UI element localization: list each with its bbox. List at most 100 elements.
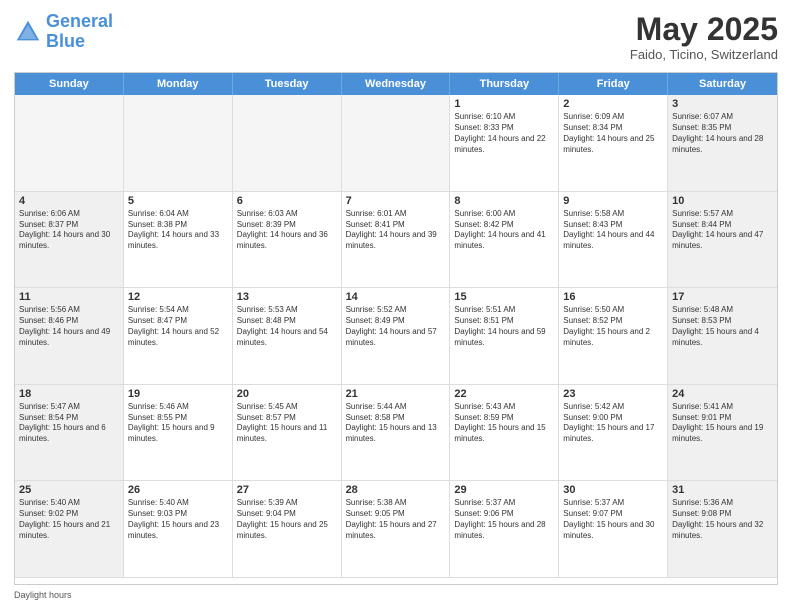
cell-info: Sunrise: 6:04 AM Sunset: 8:38 PM Dayligh…: [128, 209, 228, 252]
cell-info: Sunrise: 5:45 AM Sunset: 8:57 PM Dayligh…: [237, 402, 337, 445]
day-number: 29: [454, 484, 554, 496]
calendar-cell: 15 Sunrise: 5:51 AM Sunset: 8:51 PM Dayli…: [450, 288, 559, 385]
calendar-cell: 21 Sunrise: 5:44 AM Sunset: 8:58 PM Dayli…: [342, 385, 451, 482]
cell-info: Sunrise: 5:52 AM Sunset: 8:49 PM Dayligh…: [346, 305, 446, 348]
cell-info: Sunrise: 6:00 AM Sunset: 8:42 PM Dayligh…: [454, 209, 554, 252]
day-number: 4: [19, 195, 119, 207]
cell-info: Sunrise: 6:06 AM Sunset: 8:37 PM Dayligh…: [19, 209, 119, 252]
footer-note: Daylight hours: [14, 590, 778, 600]
cell-info: Sunrise: 6:07 AM Sunset: 8:35 PM Dayligh…: [672, 112, 773, 155]
calendar-cell: 9 Sunrise: 5:58 AM Sunset: 8:43 PM Daylig…: [559, 192, 668, 289]
cell-info: Sunrise: 5:46 AM Sunset: 8:55 PM Dayligh…: [128, 402, 228, 445]
weekday-header: Sunday: [15, 73, 124, 95]
calendar-cell: 7Sunrise: 6:01 AM Sunset: 8:41 PM Daylig…: [342, 192, 451, 289]
location: Faido, Ticino, Switzerland: [630, 47, 778, 62]
weekday-header: Tuesday: [233, 73, 342, 95]
cell-info: Sunrise: 5:48 AM Sunset: 8:53 PM Dayligh…: [672, 305, 773, 348]
calendar-cell: 30Sunrise: 5:37 AM Sunset: 9:07 PM Dayli…: [559, 481, 668, 578]
calendar-cell: 22Sunrise: 5:43 AM Sunset: 8:59 PM Dayli…: [450, 385, 559, 482]
cell-info: Sunrise: 5:47 AM Sunset: 8:54 PM Dayligh…: [19, 402, 119, 445]
day-number: 5: [128, 195, 228, 207]
logo-general: General: [46, 11, 113, 31]
calendar-header: SundayMondayTuesdayWednesdayThursdayFrid…: [15, 73, 777, 95]
cell-info: Sunrise: 5:56 AM Sunset: 8:46 PM Dayligh…: [19, 305, 119, 348]
calendar-cell: 3Sunrise: 6:07 AM Sunset: 8:35 PM Daylig…: [668, 95, 777, 192]
cell-info: Sunrise: 5:36 AM Sunset: 9:08 PM Dayligh…: [672, 498, 773, 541]
day-number: 23: [563, 388, 663, 400]
cell-info: Sunrise: 5:40 AM Sunset: 9:02 PM Dayligh…: [19, 498, 119, 541]
calendar-cell: 17 Sunrise: 5:48 AM Sunset: 8:53 PM Dayli…: [668, 288, 777, 385]
calendar-body: 1Sunrise: 6:10 AM Sunset: 8:33 PM Daylig…: [15, 95, 777, 578]
day-number: 2: [563, 98, 663, 110]
calendar-cell: 28 Sunrise: 5:38 AM Sunset: 9:05 PM Dayli…: [342, 481, 451, 578]
day-number: 20: [237, 388, 337, 400]
day-number: 26: [128, 484, 228, 496]
calendar-cell: 12Sunrise: 5:54 AM Sunset: 8:47 PM Dayli…: [124, 288, 233, 385]
calendar-cell: 29 Sunrise: 5:37 AM Sunset: 9:06 PM Dayli…: [450, 481, 559, 578]
calendar-cell: 14 Sunrise: 5:52 AM Sunset: 8:49 PM Dayli…: [342, 288, 451, 385]
day-number: 1: [454, 98, 554, 110]
day-number: 9: [563, 195, 663, 207]
weekday-header: Friday: [559, 73, 668, 95]
day-number: 11: [19, 291, 119, 303]
header: General Blue May 2025 Faido, Ticino, Swi…: [14, 12, 778, 62]
calendar-cell: 16Sunrise: 5:50 AM Sunset: 8:52 PM Dayli…: [559, 288, 668, 385]
cell-info: Sunrise: 5:38 AM Sunset: 9:05 PM Dayligh…: [346, 498, 446, 541]
day-number: 31: [672, 484, 773, 496]
day-number: 8: [454, 195, 554, 207]
day-number: 10: [672, 195, 773, 207]
calendar-cell: 23 Sunrise: 5:42 AM Sunset: 9:00 PM Dayli…: [559, 385, 668, 482]
weekday-header: Thursday: [450, 73, 559, 95]
day-number: 24: [672, 388, 773, 400]
cell-info: Sunrise: 6:01 AM Sunset: 8:41 PM Dayligh…: [346, 209, 446, 252]
weekday-header: Wednesday: [342, 73, 451, 95]
calendar-cell: 24 Sunrise: 5:41 AM Sunset: 9:01 PM Dayli…: [668, 385, 777, 482]
cell-info: Sunrise: 5:40 AM Sunset: 9:03 PM Dayligh…: [128, 498, 228, 541]
day-number: 15: [454, 291, 554, 303]
weekday-header: Saturday: [668, 73, 777, 95]
weekday-header: Monday: [124, 73, 233, 95]
day-number: 21: [346, 388, 446, 400]
calendar-cell: [342, 95, 451, 192]
calendar-cell: 11 Sunrise: 5:56 AM Sunset: 8:46 PM Dayli…: [15, 288, 124, 385]
cell-info: Sunrise: 5:37 AM Sunset: 9:06 PM Dayligh…: [454, 498, 554, 541]
cell-info: Sunrise: 5:39 AM Sunset: 9:04 PM Dayligh…: [237, 498, 337, 541]
calendar-cell: [15, 95, 124, 192]
calendar: SundayMondayTuesdayWednesdayThursdayFrid…: [14, 72, 778, 585]
cell-info: Sunrise: 6:09 AM Sunset: 8:34 PM Dayligh…: [563, 112, 663, 155]
calendar-cell: 20 Sunrise: 5:45 AM Sunset: 8:57 PM Dayli…: [233, 385, 342, 482]
calendar-cell: 4 Sunrise: 6:06 AM Sunset: 8:37 PM Daylig…: [15, 192, 124, 289]
cell-info: Sunrise: 5:53 AM Sunset: 8:48 PM Dayligh…: [237, 305, 337, 348]
logo-icon: [14, 18, 42, 46]
cell-info: Sunrise: 5:42 AM Sunset: 9:00 PM Dayligh…: [563, 402, 663, 445]
calendar-cell: 26 Sunrise: 5:40 AM Sunset: 9:03 PM Dayli…: [124, 481, 233, 578]
page: General Blue May 2025 Faido, Ticino, Swi…: [0, 0, 792, 612]
calendar-cell: 31 Sunrise: 5:36 AM Sunset: 9:08 PM Dayli…: [668, 481, 777, 578]
logo: General Blue: [14, 12, 113, 52]
cell-info: Sunrise: 5:51 AM Sunset: 8:51 PM Dayligh…: [454, 305, 554, 348]
calendar-cell: 19Sunrise: 5:46 AM Sunset: 8:55 PM Dayli…: [124, 385, 233, 482]
cell-info: Sunrise: 5:44 AM Sunset: 8:58 PM Dayligh…: [346, 402, 446, 445]
day-number: 16: [563, 291, 663, 303]
calendar-cell: 6Sunrise: 6:03 AM Sunset: 8:39 PM Daylig…: [233, 192, 342, 289]
calendar-cell: 2 Sunrise: 6:09 AM Sunset: 8:34 PM Daylig…: [559, 95, 668, 192]
month-title: May 2025: [630, 12, 778, 47]
day-number: 14: [346, 291, 446, 303]
title-block: May 2025 Faido, Ticino, Switzerland: [630, 12, 778, 62]
calendar-cell: 27Sunrise: 5:39 AM Sunset: 9:04 PM Dayli…: [233, 481, 342, 578]
day-number: 17: [672, 291, 773, 303]
calendar-cell: 25 Sunrise: 5:40 AM Sunset: 9:02 PM Dayli…: [15, 481, 124, 578]
calendar-cell: [233, 95, 342, 192]
cell-info: Sunrise: 5:37 AM Sunset: 9:07 PM Dayligh…: [563, 498, 663, 541]
day-number: 22: [454, 388, 554, 400]
cell-info: Sunrise: 5:58 AM Sunset: 8:43 PM Dayligh…: [563, 209, 663, 252]
cell-info: Sunrise: 5:54 AM Sunset: 8:47 PM Dayligh…: [128, 305, 228, 348]
calendar-cell: 13Sunrise: 5:53 AM Sunset: 8:48 PM Dayli…: [233, 288, 342, 385]
day-number: 25: [19, 484, 119, 496]
calendar-cell: [124, 95, 233, 192]
logo-blue: Blue: [46, 31, 85, 51]
cell-info: Sunrise: 5:41 AM Sunset: 9:01 PM Dayligh…: [672, 402, 773, 445]
day-number: 28: [346, 484, 446, 496]
day-number: 18: [19, 388, 119, 400]
calendar-cell: 10Sunrise: 5:57 AM Sunset: 8:44 PM Dayli…: [668, 192, 777, 289]
